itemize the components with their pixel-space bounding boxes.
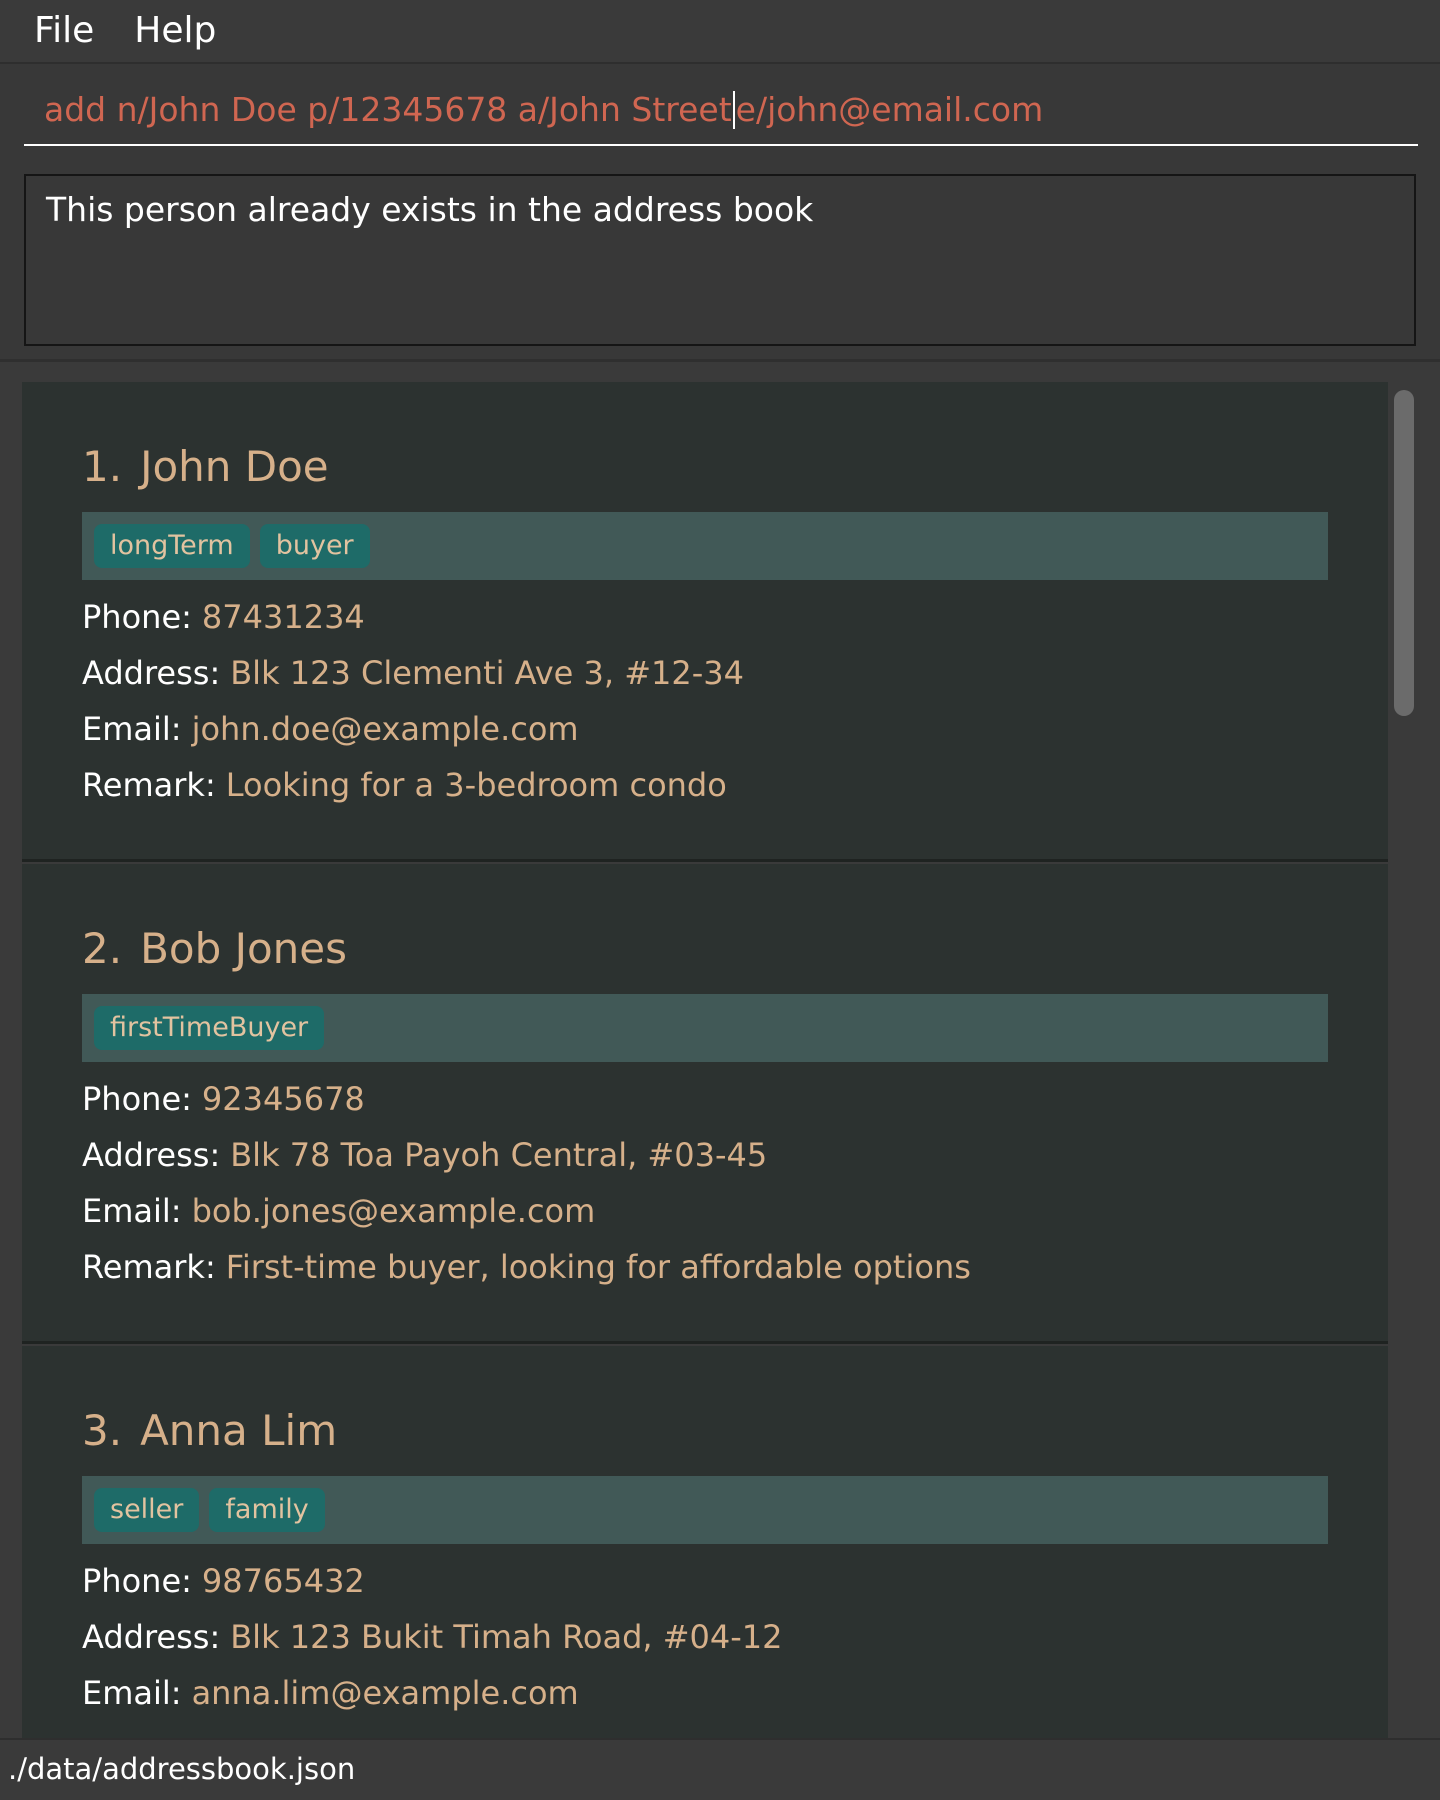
address-value: Blk 123 Bukit Timah Road, #04-12: [230, 1618, 783, 1656]
person-name: 2. Bob Jones: [82, 924, 348, 973]
address-value: Blk 78 Toa Payoh Central, #03-45: [230, 1136, 768, 1174]
address-label: Address:: [82, 654, 221, 692]
address-label: Address:: [82, 1136, 221, 1174]
person-name: 3. Anna Lim: [82, 1406, 338, 1455]
command-input[interactable]: add n/John Doe p/12345678 a/John Street e…: [24, 64, 1418, 146]
email-label: Email:: [82, 1674, 182, 1712]
person-list[interactable]: 1. John Doe longTerm buyer Phone: 87431234…: [0, 362, 1440, 1738]
result-display-panel: This person already exists in the addres…: [0, 156, 1440, 362]
phone-label: Phone:: [82, 1080, 192, 1118]
remark-field: Remark: First-time buyer, looking for aff…: [82, 1248, 971, 1286]
email-value: bob.jones@example.com: [191, 1192, 596, 1230]
tag-bar: firstTimeBuyer: [82, 994, 1328, 1062]
tag-bar: seller family: [82, 1476, 1328, 1544]
result-display: This person already exists in the addres…: [24, 174, 1416, 346]
phone-label: Phone:: [82, 598, 192, 636]
remark-value: First-time buyer, looking for affordable…: [225, 1248, 971, 1286]
email-value: john.doe@example.com: [191, 710, 579, 748]
person-index: 1.: [82, 442, 123, 491]
person-name-text: Bob Jones: [140, 924, 348, 973]
remark-field: Remark: Looking for a 3-bedroom condo: [82, 766, 727, 804]
person-name-text: Anna Lim: [140, 1406, 338, 1455]
remark-value: Looking for a 3-bedroom condo: [225, 766, 727, 804]
menu-bar: File Help: [0, 0, 1440, 64]
address-field: Address: Blk 78 Toa Payoh Central, #03-45: [82, 1136, 767, 1174]
command-box: add n/John Doe p/12345678 a/John Street e…: [0, 64, 1440, 156]
phone-label: Phone:: [82, 1562, 192, 1600]
menu-help[interactable]: Help: [134, 13, 216, 49]
tag: buyer: [259, 523, 370, 569]
person-card[interactable]: 2. Bob Jones firstTimeBuyer Phone: 9234567…: [22, 864, 1388, 1344]
status-bar: ./data/addressbook.json: [0, 1738, 1440, 1800]
scrollbar-thumb[interactable]: [1394, 390, 1414, 716]
remark-label: Remark:: [82, 1248, 216, 1286]
phone-value: 98765432: [201, 1562, 365, 1600]
phone-value: 92345678: [201, 1080, 365, 1118]
address-field: Address: Blk 123 Clementi Ave 3, #12-34: [82, 654, 744, 692]
email-field: Email: anna.lim@example.com: [82, 1674, 579, 1712]
text-caret: [732, 91, 735, 129]
address-value: Blk 123 Clementi Ave 3, #12-34: [230, 654, 744, 692]
person-card[interactable]: 3. Anna Lim seller family Phone: 98765432 …: [22, 1346, 1388, 1738]
tag: longTerm: [94, 523, 250, 569]
tag: family: [209, 1487, 325, 1533]
phone-field: Phone: 87431234: [82, 598, 365, 636]
tag: firstTimeBuyer: [94, 1005, 325, 1051]
command-text-after-caret: e/john@email.com: [735, 90, 1044, 129]
person-index: 2.: [82, 924, 123, 973]
email-label: Email:: [82, 710, 182, 748]
save-file-path: ./data/addressbook.json: [8, 1752, 356, 1786]
person-card[interactable]: 1. John Doe longTerm buyer Phone: 87431234…: [22, 382, 1388, 862]
email-value: anna.lim@example.com: [191, 1674, 579, 1712]
remark-label: Remark:: [82, 766, 216, 804]
email-field: Email: bob.jones@example.com: [82, 1192, 595, 1230]
person-name-text: John Doe: [140, 442, 329, 491]
tag: seller: [94, 1487, 200, 1533]
tag-bar: longTerm buyer: [82, 512, 1328, 580]
phone-value: 87431234: [201, 598, 365, 636]
address-book-window: File Help add n/John Doe p/12345678 a/Jo…: [0, 0, 1440, 1800]
email-label: Email:: [82, 1192, 182, 1230]
command-text-before-caret: add n/John Doe p/12345678 a/John Street: [44, 90, 732, 129]
person-name: 1. John Doe: [82, 442, 329, 491]
person-index: 3.: [82, 1406, 123, 1455]
phone-field: Phone: 92345678: [82, 1080, 365, 1118]
phone-field: Phone: 98765432: [82, 1562, 365, 1600]
menu-file[interactable]: File: [34, 13, 94, 49]
address-field: Address: Blk 123 Bukit Timah Road, #04-12: [82, 1618, 783, 1656]
email-field: Email: john.doe@example.com: [82, 710, 579, 748]
address-label: Address:: [82, 1618, 221, 1656]
